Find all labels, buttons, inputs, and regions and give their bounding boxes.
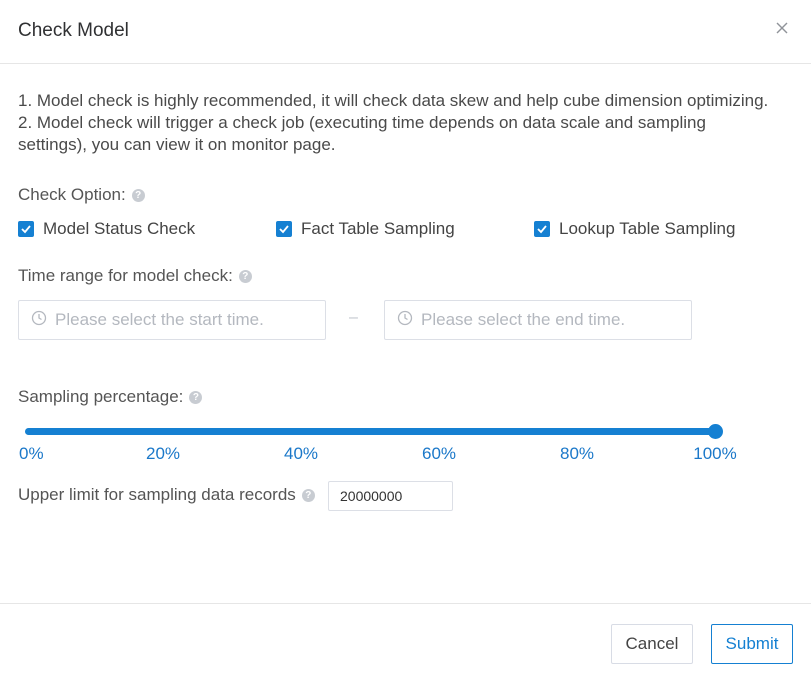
checkbox-lookup-table-sampling[interactable]: Lookup Table Sampling [534, 219, 735, 239]
check-model-dialog: Check Model 1. Model check is highly rec… [0, 0, 811, 679]
sampling-percentage-label-text: Sampling percentage: [18, 387, 184, 406]
question-circle-icon[interactable]: ? [131, 188, 145, 202]
upper-limit-label: Upper limit for sampling data records ? [18, 485, 315, 505]
checkbox-label: Fact Table Sampling [301, 219, 455, 238]
clock-icon [31, 310, 47, 331]
intro-line-2: 2. Model check will trigger a check job … [18, 113, 706, 132]
question-circle-icon[interactable]: ? [189, 390, 203, 404]
checkbox-label: Lookup Table Sampling [559, 219, 736, 238]
slider-tick-label: 40% [283, 444, 319, 463]
time-range-label-text: Time range for model check: [18, 266, 233, 285]
check-option-label-text: Check Option: [18, 185, 126, 204]
intro-line-1: 1. Model check is highly recommended, it… [18, 91, 769, 110]
sampling-slider-track[interactable] [25, 428, 715, 435]
checkbox-checked-icon[interactable] [276, 221, 292, 237]
upper-limit-input[interactable] [328, 481, 453, 511]
time-range-separator: – [349, 309, 358, 326]
checkbox-checked-icon[interactable] [534, 221, 550, 237]
checkbox-fact-table-sampling[interactable]: Fact Table Sampling [276, 219, 455, 239]
checkbox-model-status-check[interactable]: Model Status Check [18, 219, 195, 239]
question-circle-icon[interactable]: ? [301, 488, 315, 502]
cancel-button[interactable]: Cancel [611, 624, 693, 664]
sampling-percentage-label: Sampling percentage: ? [18, 387, 203, 407]
checkbox-label: Model Status Check [43, 219, 196, 238]
submit-button[interactable]: Submit [711, 624, 793, 664]
check-option-label: Check Option: ? [18, 185, 145, 205]
end-time-placeholder: Please select the end time. [421, 310, 626, 329]
slider-tick-label: 0% [19, 444, 44, 463]
time-range-label: Time range for model check: ? [18, 266, 252, 286]
sampling-slider-handle[interactable] [707, 424, 723, 439]
footer-divider [0, 603, 811, 604]
clock-icon [397, 310, 413, 331]
dialog-header: Check Model [0, 0, 811, 64]
slider-tick-label: 80% [559, 444, 595, 463]
close-icon[interactable] [772, 18, 792, 38]
start-time-placeholder: Please select the start time. [55, 310, 264, 329]
slider-tick-label: 60% [421, 444, 457, 463]
checkbox-checked-icon[interactable] [18, 221, 34, 237]
question-circle-icon[interactable]: ? [238, 269, 252, 283]
upper-limit-label-text: Upper limit for sampling data records [18, 485, 296, 504]
intro-text: 1. Model check is highly recommended, it… [18, 90, 808, 156]
intro-line-3: settings), you can view it on monitor pa… [18, 135, 336, 154]
end-time-picker[interactable]: Please select the end time. [384, 300, 692, 340]
start-time-picker[interactable]: Please select the start time. [18, 300, 326, 340]
sampling-slider-fill [25, 428, 715, 435]
dialog-title: Check Model [18, 20, 129, 41]
slider-tick-label: 20% [145, 444, 181, 463]
slider-tick-label: 100% [693, 444, 737, 463]
